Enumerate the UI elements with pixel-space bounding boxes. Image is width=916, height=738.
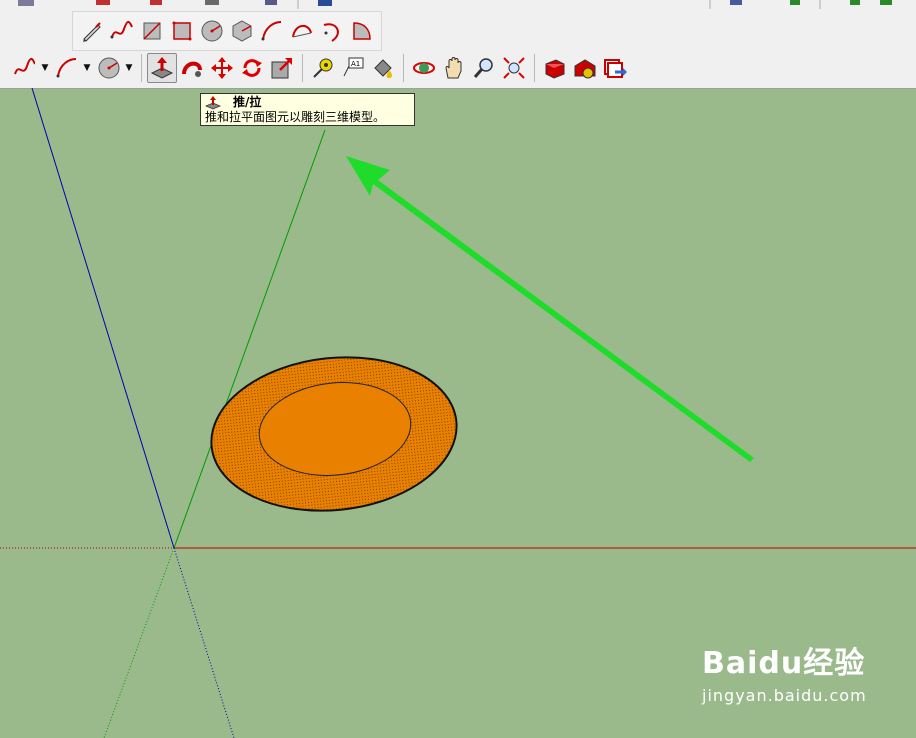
drawing-toolbar <box>72 11 382 51</box>
toolbar-separator <box>302 54 303 82</box>
move-icon[interactable] <box>207 53 237 83</box>
polygon-icon[interactable] <box>227 16 257 46</box>
arc-icon[interactable] <box>257 16 287 46</box>
svg-text:A1: A1 <box>351 60 360 68</box>
toolbar-row-cropped <box>0 0 916 10</box>
chevron-down-icon[interactable]: ▼ <box>82 53 92 83</box>
components-icon[interactable] <box>540 53 570 83</box>
toolbar-separator <box>141 54 142 82</box>
green-axis-negative <box>103 547 175 738</box>
circle-icon[interactable] <box>197 16 227 46</box>
follow-me-icon[interactable] <box>177 53 207 83</box>
text-icon[interactable]: A1 <box>338 53 368 83</box>
rotate-icon[interactable] <box>237 53 267 83</box>
paint-bucket-icon[interactable] <box>368 53 398 83</box>
three-point-arc-icon[interactable] <box>317 16 347 46</box>
blue-axis-negative <box>173 547 235 738</box>
freehand-icon[interactable] <box>107 16 137 46</box>
freehand-icon[interactable] <box>0 53 40 83</box>
circle-icon[interactable] <box>94 53 124 83</box>
arc-icon[interactable] <box>52 53 82 83</box>
watermark-url: jingyan.baidu.com <box>702 686 867 705</box>
pencil-icon[interactable] <box>77 16 107 46</box>
zoom-extents-icon[interactable] <box>499 53 529 83</box>
pie-icon[interactable] <box>347 16 377 46</box>
toolbar-separator <box>403 54 404 82</box>
zoom-icon[interactable] <box>469 53 499 83</box>
chevron-down-icon[interactable]: ▼ <box>124 53 134 83</box>
blue-axis <box>31 88 175 549</box>
pan-icon[interactable] <box>439 53 469 83</box>
rectangle-icon[interactable] <box>137 16 167 46</box>
cropped-toolbar-icons <box>18 0 892 9</box>
chevron-down-icon[interactable]: ▼ <box>40 53 50 83</box>
watermark-logo: Baidu经验 <box>702 646 866 681</box>
toolbar-area: ▼ ▼ ▼ A1 <box>0 0 916 89</box>
warehouse-icon[interactable] <box>570 53 600 83</box>
main-toolbar: ▼ ▼ ▼ A1 <box>0 50 916 86</box>
orbit-icon[interactable] <box>409 53 439 83</box>
watermark: Baidu经验 jingyan.baidu.com <box>702 638 867 705</box>
push-pull-icon[interactable] <box>147 53 177 83</box>
two-point-arc-icon[interactable] <box>287 16 317 46</box>
scale-icon[interactable] <box>267 53 297 83</box>
toolbar-separator <box>534 54 535 82</box>
rotated-rectangle-icon[interactable] <box>167 16 197 46</box>
extension-icon[interactable] <box>600 53 630 83</box>
tape-measure-icon[interactable] <box>308 53 338 83</box>
